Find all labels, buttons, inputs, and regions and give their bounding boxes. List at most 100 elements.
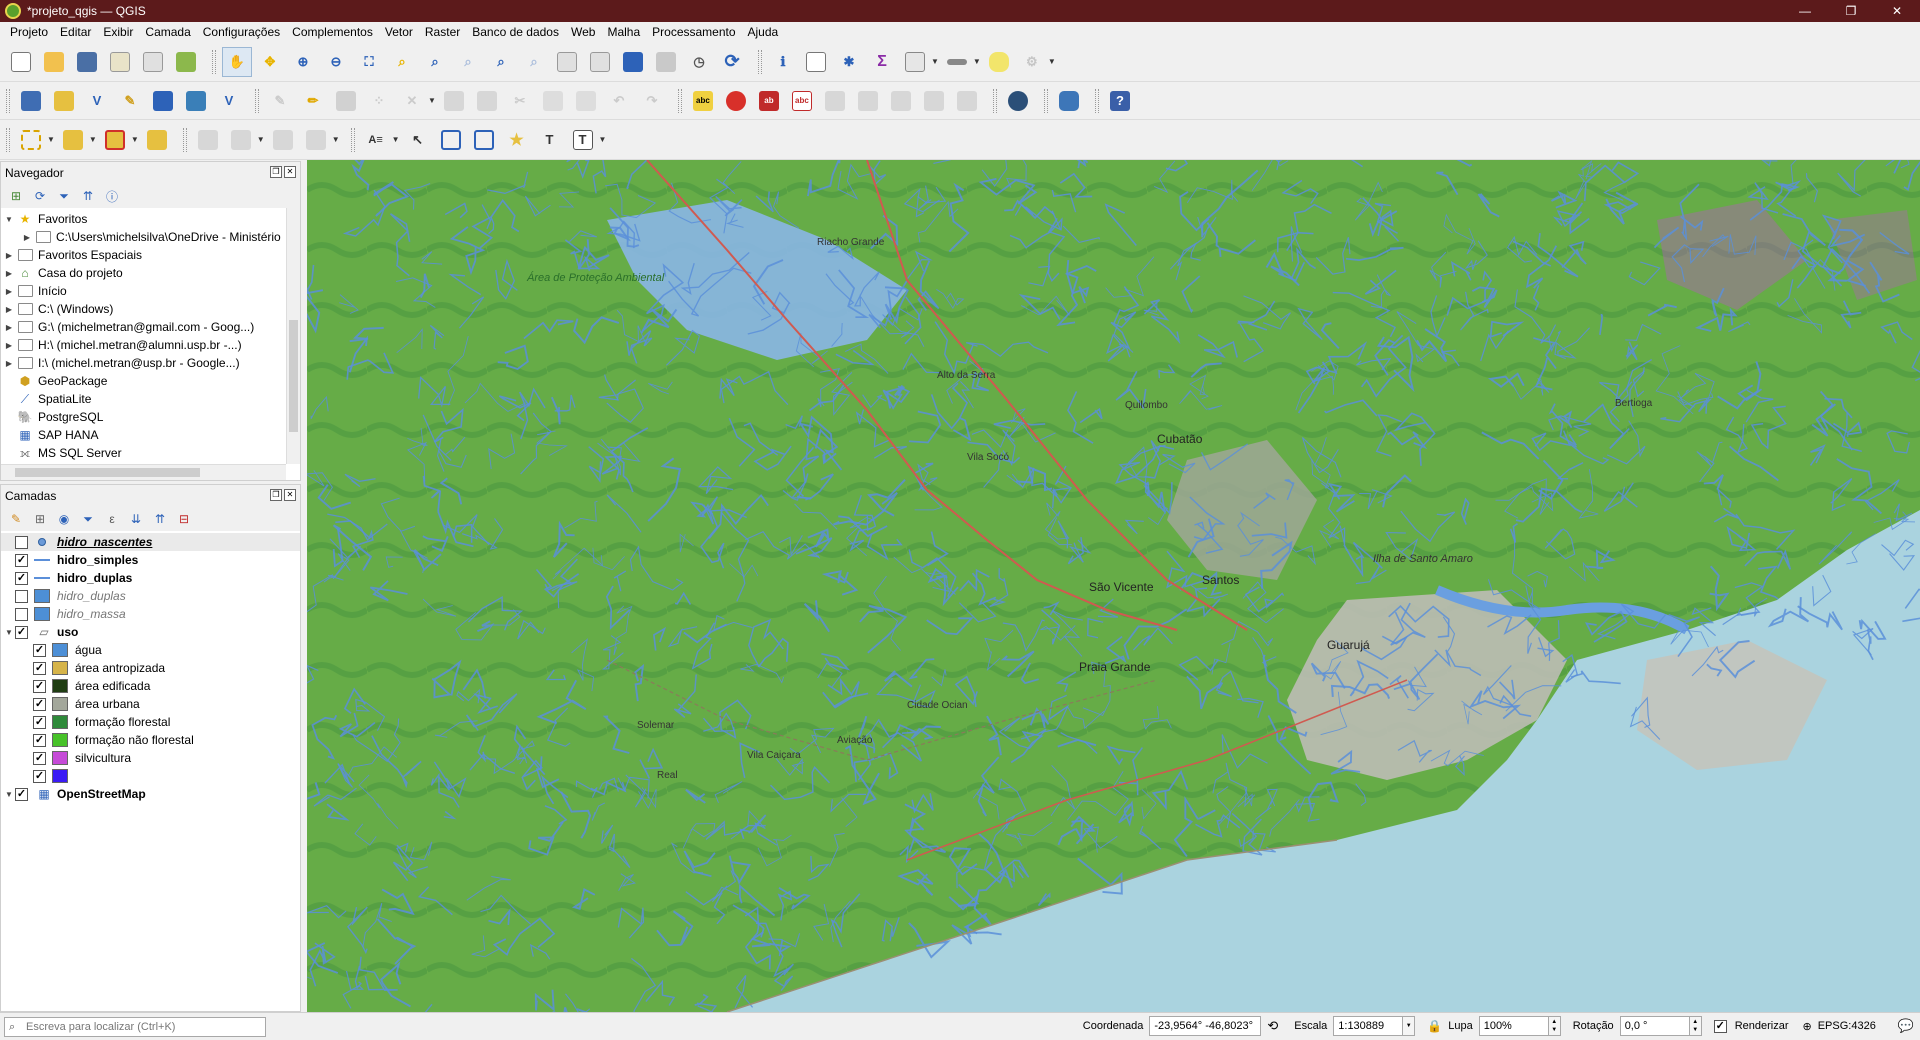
chevron-right-icon[interactable]: ▶: [3, 341, 15, 350]
remove-layer-icon[interactable]: ⊟: [175, 510, 193, 528]
menu-raster[interactable]: Raster: [419, 22, 466, 42]
layer-visibility-checkbox[interactable]: ✓: [33, 751, 46, 765]
layer-visibility-checkbox[interactable]: ✓: [33, 715, 46, 729]
paste-features-icon[interactable]: [571, 86, 601, 116]
select-features-icon[interactable]: [16, 125, 46, 155]
identify-features-icon[interactable]: ℹ: [768, 47, 798, 77]
browser-item[interactable]: ⟋ SpatiaLite: [1, 390, 300, 408]
save-layer-edits-icon[interactable]: [331, 86, 361, 116]
layer-item[interactable]: ✓ silvicultura: [1, 749, 300, 767]
annotations-icon[interactable]: ⚙: [1017, 47, 1047, 77]
browser-item[interactable]: ⟗ MS SQL Server: [1, 444, 300, 462]
menu-ajuda[interactable]: Ajuda: [742, 22, 785, 42]
layer-visibility-checkbox[interactable]: ✓: [15, 625, 28, 639]
change-label-icon[interactable]: [886, 86, 916, 116]
menu-projeto[interactable]: Projeto: [4, 22, 54, 42]
chevron-down-icon[interactable]: ▼: [3, 215, 15, 224]
layout-manager-icon[interactable]: [138, 47, 168, 77]
layer-item[interactable]: ✓ hidro_duplas: [1, 569, 300, 587]
pan-map-icon[interactable]: ✋: [222, 46, 252, 77]
chevron-right-icon[interactable]: ▶: [3, 305, 15, 314]
new-virtual-layer-icon[interactable]: [148, 86, 178, 116]
text-tool-icon[interactable]: T: [568, 125, 598, 155]
zoom-full-icon[interactable]: ⛶: [354, 47, 384, 77]
layer-item[interactable]: ✓ hidro_simples: [1, 551, 300, 569]
maximize-button[interactable]: ❐: [1828, 0, 1874, 22]
menu-configuracoes[interactable]: Configurações: [197, 22, 286, 42]
new-3d-map-icon[interactable]: [585, 47, 615, 77]
copy-features-icon[interactable]: [538, 86, 568, 116]
locator-search-input[interactable]: ⌕ Escreva para localizar (Ctrl+K): [4, 1016, 266, 1037]
select-by-value-icon[interactable]: [58, 125, 88, 155]
filter-by-expression-icon[interactable]: ε: [103, 510, 121, 528]
layer-item[interactable]: ▼ ✓ ▱ uso: [1, 623, 300, 641]
refresh-icon[interactable]: ⟳: [31, 187, 49, 205]
select-location-icon[interactable]: [142, 125, 172, 155]
open-attribute-table-icon[interactable]: [801, 47, 831, 77]
vertex-tool-icon[interactable]: ✕: [397, 86, 427, 116]
magnifier-spinner[interactable]: ▲ ▼: [1548, 1016, 1561, 1036]
zoom-out-icon[interactable]: ⊖: [321, 47, 351, 77]
browser-item[interactable]: 🐘 PostgreSQL: [1, 408, 300, 426]
layer-visibility-checkbox[interactable]: ✓: [33, 733, 46, 747]
pin-labels-icon[interactable]: ab: [754, 86, 784, 116]
new-bookmark-icon[interactable]: [618, 47, 648, 77]
highlight-pinned-labels-icon[interactable]: abc: [787, 86, 817, 116]
browser-item[interactable]: ▶ Favoritos Espaciais: [1, 246, 300, 264]
menu-web[interactable]: Web: [565, 22, 601, 42]
minimize-button[interactable]: —: [1782, 0, 1828, 22]
new-shapefile-layer-icon[interactable]: V: [82, 86, 112, 116]
scale-dropdown-icon[interactable]: ▼: [1403, 1016, 1416, 1036]
panel-close-icon[interactable]: ✕: [284, 489, 296, 501]
new-map-view-icon[interactable]: [552, 47, 582, 77]
undo-icon[interactable]: ↶: [604, 86, 634, 116]
advanced-digitizing-icon[interactable]: [226, 125, 256, 155]
panel-float-icon[interactable]: ❐: [270, 489, 282, 501]
new-vector-tile-layer-icon[interactable]: V: [214, 86, 244, 116]
layer-item[interactable]: ✓ água: [1, 641, 300, 659]
modify-attributes-icon[interactable]: [439, 86, 469, 116]
menu-complementos[interactable]: Complementos: [286, 22, 379, 42]
layer-visibility-checkbox[interactable]: [15, 589, 28, 603]
help-icon[interactable]: ?: [1105, 86, 1135, 116]
zoom-in-icon[interactable]: ⊕: [288, 47, 318, 77]
layer-diagram-icon[interactable]: [721, 86, 751, 116]
create-text-icon[interactable]: T: [535, 125, 565, 155]
move-label-icon[interactable]: [820, 86, 850, 116]
chevron-right-icon[interactable]: ▶: [21, 233, 33, 242]
zoom-to-layer-icon[interactable]: ⌕: [420, 47, 450, 77]
browser-item[interactable]: ⬢ GeoPackage: [1, 372, 300, 390]
browser-horizontal-scrollbar[interactable]: [1, 464, 286, 480]
panel-close-icon[interactable]: ✕: [284, 166, 296, 178]
collapse-all-icon[interactable]: ⇈: [79, 187, 97, 205]
render-checkbox[interactable]: ✓: [1713, 1019, 1727, 1033]
layer-visibility-checkbox[interactable]: ✓: [33, 679, 46, 693]
measure-line-icon[interactable]: [942, 47, 972, 77]
add-feature-icon[interactable]: ⁘: [364, 86, 394, 116]
layer-visibility-checkbox[interactable]: ✓: [33, 643, 46, 657]
menu-processamento[interactable]: Processamento: [646, 22, 741, 42]
zoom-native-icon[interactable]: ⌕: [453, 47, 483, 77]
scale-field[interactable]: 1:130889: [1333, 1016, 1404, 1036]
add-selected-layers-icon[interactable]: ⊞: [7, 187, 25, 205]
menu-exibir[interactable]: Exibir: [97, 22, 139, 42]
open-layer-styling-icon[interactable]: ✎: [7, 510, 25, 528]
rotation-field[interactable]: 0,0 °: [1619, 1016, 1690, 1036]
current-edits-icon[interactable]: ✎: [265, 86, 295, 116]
rotate-label-icon[interactable]: [853, 86, 883, 116]
browser-item[interactable]: ▶ Início: [1, 282, 300, 300]
digitize-shape-icon[interactable]: [193, 125, 223, 155]
layer-visibility-checkbox[interactable]: ✓: [33, 769, 46, 783]
browser-item[interactable]: ▶ C:\Users\michelsilva\OneDrive - Ministé…: [1, 228, 300, 246]
layer-item[interactable]: ✓ área antropizada: [1, 659, 300, 677]
new-mesh-layer-icon[interactable]: [181, 86, 211, 116]
chevron-right-icon[interactable]: ▶: [3, 359, 15, 368]
layer-item[interactable]: hidro_duplas: [1, 587, 300, 605]
collapse-all-icon[interactable]: ⇈: [151, 510, 169, 528]
filter-legend-icon[interactable]: ⏷: [79, 510, 97, 528]
python-console-icon[interactable]: [1054, 86, 1084, 116]
crs-button[interactable]: EPSG:4326: [1818, 1020, 1876, 1032]
menu-banco-de-dados[interactable]: Banco de dados: [466, 22, 565, 42]
layer-item[interactable]: hidro_massa: [1, 605, 300, 623]
layer-visibility-checkbox[interactable]: [15, 607, 28, 621]
